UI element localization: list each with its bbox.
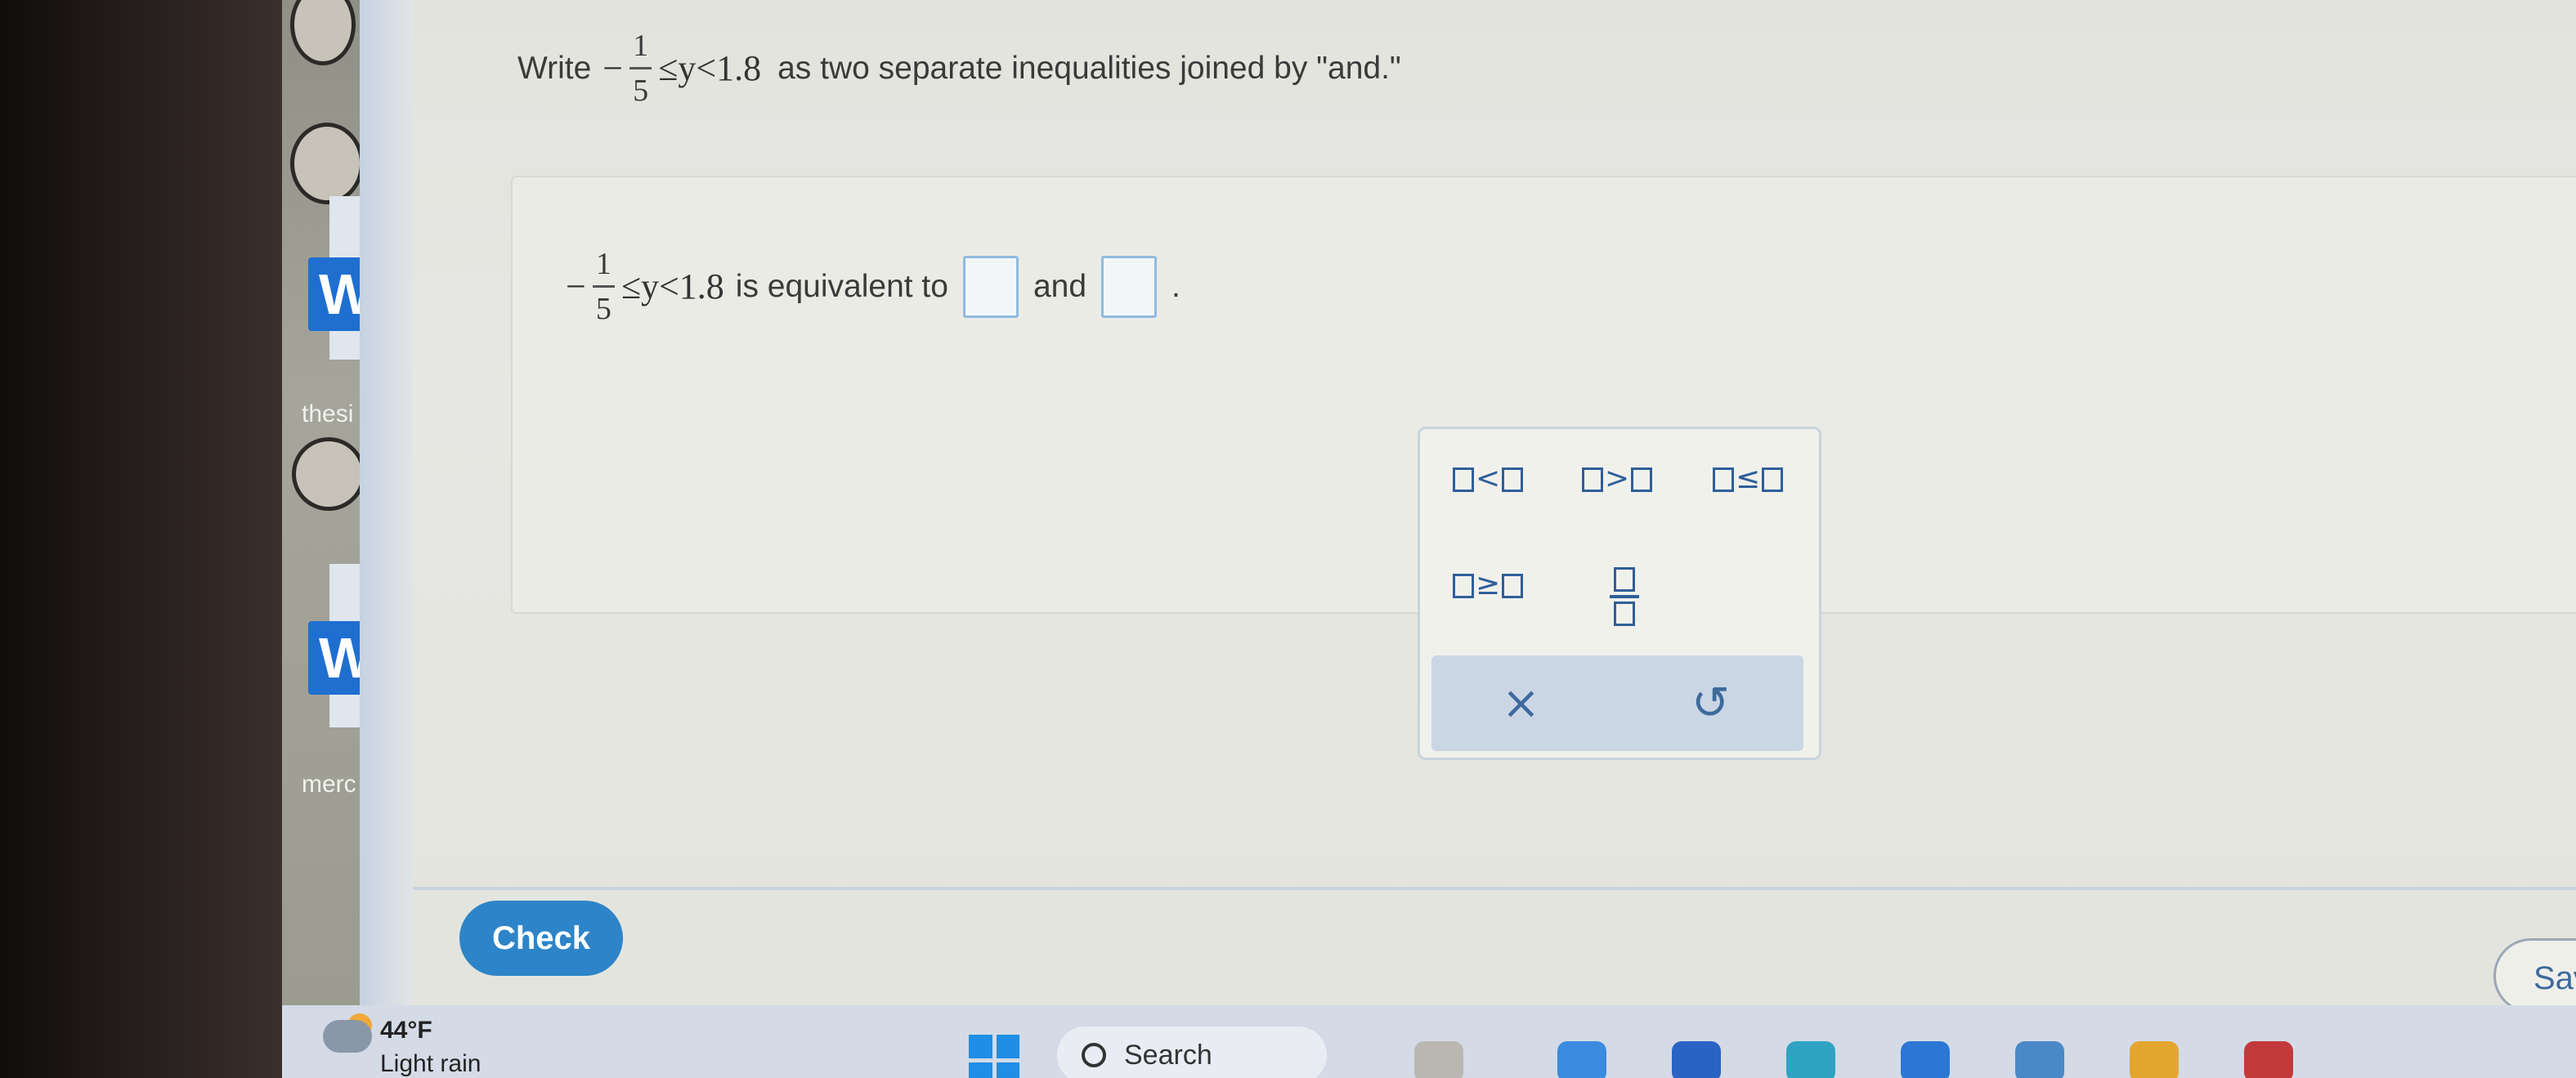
inequality-relation: ≤y<1.8 bbox=[620, 266, 724, 306]
first-inequality-input[interactable] bbox=[962, 255, 1019, 318]
less-than-key[interactable]: < bbox=[1451, 462, 1525, 495]
placeholder-box-icon bbox=[1502, 574, 1524, 598]
taskbar: 44°F Light rain Search bbox=[282, 1005, 2576, 1078]
minus-sign: − bbox=[603, 48, 624, 88]
monitor-bezel bbox=[0, 0, 282, 1078]
minus-sign: − bbox=[566, 266, 586, 306]
equivalent-text: is equivalent to bbox=[735, 268, 948, 304]
answer-area: − 1 5 ≤y<1.8 is equivalent to and . < > … bbox=[511, 176, 2576, 760]
taskbar-app-icon[interactable] bbox=[1901, 1041, 1950, 1078]
background-label: thesi bbox=[302, 400, 354, 427]
placeholder-box-icon bbox=[1631, 467, 1653, 492]
save-button[interactable]: Sav bbox=[2493, 938, 2576, 1013]
question-prefix: Write bbox=[517, 50, 592, 86]
taskbar-search[interactable]: Search bbox=[1057, 1027, 1327, 1078]
footer-divider bbox=[413, 887, 2576, 890]
window-edge bbox=[360, 0, 417, 1005]
second-inequality-input[interactable] bbox=[1101, 255, 1158, 318]
taskbar-app-icon[interactable] bbox=[1557, 1041, 1606, 1078]
undo-button[interactable]: ↺ bbox=[1691, 677, 1730, 730]
weather-condition[interactable]: Light rain bbox=[380, 1050, 481, 1078]
greater-than-key[interactable]: > bbox=[1580, 462, 1654, 495]
taskbar-app-icon[interactable] bbox=[2244, 1041, 2293, 1078]
taskbar-app-icon[interactable] bbox=[1786, 1041, 1835, 1078]
fraction-denominator: 5 bbox=[595, 292, 612, 326]
check-button[interactable]: Check bbox=[459, 901, 623, 976]
placeholder-box-icon bbox=[1453, 574, 1474, 598]
taskbar-app-icon[interactable] bbox=[2015, 1041, 2064, 1078]
math-keypad: < > ≤ ≥ × ↺ bbox=[1418, 427, 1821, 760]
doodle-shape bbox=[290, 123, 364, 204]
keypad-actions: × ↺ bbox=[1431, 655, 1803, 751]
doodle-shape bbox=[290, 0, 356, 65]
doodle-shape bbox=[292, 437, 365, 511]
clear-button[interactable]: × bbox=[1502, 677, 1540, 730]
placeholder-box-icon bbox=[1502, 467, 1524, 492]
rain-cloud-icon[interactable] bbox=[323, 1020, 372, 1053]
fraction-key[interactable] bbox=[1610, 564, 1639, 629]
question-suffix: as two separate inequalities joined by "… bbox=[777, 50, 1401, 86]
search-icon bbox=[1082, 1043, 1106, 1067]
fraction-numerator: 1 bbox=[629, 25, 652, 69]
fraction-denominator: 5 bbox=[633, 74, 649, 108]
windows-start-icon[interactable] bbox=[969, 1035, 1019, 1078]
greater-equal-key[interactable]: ≥ bbox=[1451, 568, 1525, 602]
placeholder-box-icon bbox=[1762, 467, 1784, 492]
and-text: and bbox=[1033, 268, 1087, 304]
inequality-relation: ≤y<1.8 bbox=[658, 48, 762, 88]
background-label: merc bbox=[302, 771, 356, 798]
fraction: 1 5 bbox=[629, 25, 652, 112]
fraction-bar-icon bbox=[1610, 595, 1639, 598]
placeholder-box-icon bbox=[1713, 467, 1734, 492]
weather-temperature[interactable]: 44°F bbox=[380, 1017, 432, 1044]
fraction-numerator: 1 bbox=[592, 243, 615, 288]
taskbar-app-icon[interactable] bbox=[1672, 1041, 1721, 1078]
math-practice-page: Write − 1 5 ≤y<1.8 as two separate inequ… bbox=[413, 0, 2576, 1013]
placeholder-box-icon bbox=[1614, 602, 1635, 626]
placeholder-box-icon bbox=[1453, 467, 1474, 492]
placeholder-box-icon bbox=[1582, 467, 1603, 492]
background-window-strip: W thesi W merc bbox=[282, 0, 372, 1005]
taskbar-app-icon[interactable] bbox=[1414, 1041, 1463, 1078]
period-text: . bbox=[1172, 268, 1180, 304]
answer-statement: − 1 5 ≤y<1.8 is equivalent to and . bbox=[566, 243, 1180, 330]
taskbar-app-icon[interactable] bbox=[2130, 1041, 2179, 1078]
search-label: Search bbox=[1124, 1039, 1212, 1071]
less-equal-key[interactable]: ≤ bbox=[1711, 462, 1785, 495]
fraction: 1 5 bbox=[592, 243, 615, 330]
placeholder-box-icon bbox=[1614, 567, 1635, 592]
question-prompt: Write − 1 5 ≤y<1.8 as two separate inequ… bbox=[517, 25, 1401, 112]
